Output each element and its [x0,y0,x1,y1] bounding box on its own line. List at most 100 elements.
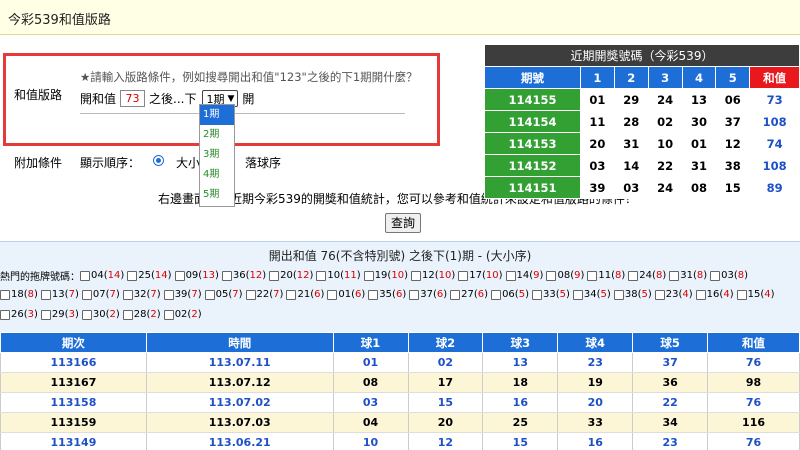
hot-number-checkbox[interactable] [127,270,138,281]
hot-number-chip[interactable]: 39(7) [163,289,202,300]
hot-number-checkbox[interactable] [122,309,133,320]
hot-number-chip[interactable]: 05(7) [204,289,243,300]
recent-ball: 39 [580,176,615,199]
hot-number-chip[interactable]: 20(12) [269,270,313,281]
hot-number-checkbox[interactable] [628,270,639,281]
hot-number-checkbox[interactable] [0,289,10,300]
hot-number-checkbox[interactable] [669,270,680,281]
recent-ball: 11 [580,110,615,133]
period-option[interactable]: 4期 [200,165,234,185]
hot-number-chip[interactable]: 34(5) [572,289,611,300]
query-hint: ★請輸入版路條件，例如搜尋開出和值"123"之後的下1期開什麼？ [80,70,418,84]
hot-number-checkbox[interactable] [40,289,51,300]
period-option[interactable]: 3期 [200,145,234,165]
period-option[interactable]: 2期 [200,125,234,145]
recent-period: 114154 [484,110,581,133]
hot-number-chip[interactable]: 18(8) [0,289,38,300]
paren: ) [402,289,407,300]
hot-number-checkbox[interactable] [695,289,706,300]
hot-number-checkbox[interactable] [80,270,90,281]
hot-number-chip[interactable]: 22(7) [245,289,283,300]
hot-number-count: 13 [202,270,215,281]
hot-number-checkbox[interactable] [81,289,92,300]
period-option[interactable]: 1期 [200,105,234,125]
hot-number-chip[interactable]: 23(4) [654,289,693,300]
hot-number-chip[interactable]: 06(5) [491,289,529,300]
hot-number-checkbox[interactable] [531,289,542,300]
hot-number-chip[interactable]: 04(14) [80,270,124,281]
hot-number-checkbox[interactable] [368,289,379,300]
hot-number-chip[interactable]: 08(9) [546,270,584,281]
hot-number-chip[interactable]: 02(2) [163,309,202,320]
hot-number-chip[interactable]: 14(9) [505,270,543,281]
hot-number-chip[interactable]: 15(4) [736,289,775,300]
hot-number-chip[interactable]: 12(10) [410,270,455,281]
hot-number-checkbox[interactable] [710,270,721,281]
history-ball: 04 [332,412,409,433]
hot-number-chip[interactable]: 28(2) [122,309,161,320]
hot-number-chip[interactable]: 30(2) [81,309,120,320]
hot-number-chip[interactable]: 17(10) [458,270,503,281]
hot-number-chip[interactable]: 29(3) [40,309,79,320]
hot-number-checkbox[interactable] [613,289,624,300]
history-ball: 12 [407,432,484,450]
hot-number-checkbox[interactable] [458,270,469,281]
hot-number-checkbox[interactable] [174,270,185,281]
hot-number-checkbox[interactable] [491,289,502,300]
hot-number-chip[interactable]: 36(12) [221,270,266,281]
recent-ball: 15 [715,176,751,199]
hot-number-chip[interactable]: 13(7) [40,289,79,300]
hot-number-checkbox[interactable] [204,289,215,300]
hot-number-checkbox[interactable] [40,309,51,320]
hot-number-chip[interactable]: 21(6) [286,289,324,300]
hot-number-chip[interactable]: 35(6) [368,289,406,300]
hot-number-chip[interactable]: 07(7) [81,289,120,300]
period-option[interactable]: 5期 [200,185,234,205]
hot-number-chip[interactable]: 26(3) [0,309,38,320]
hot-numbers-line: 26(3) 29(3) 30(2) 28(2) 02(2) [0,309,205,320]
query-button[interactable]: 查詢 [385,213,421,233]
hot-number-checkbox[interactable] [654,289,665,300]
history-ball: 15 [482,432,559,450]
hot-number-checkbox[interactable] [316,270,327,281]
query-suffix: 開 [242,92,255,106]
hot-number-chip[interactable]: 24(8) [628,270,666,281]
order-radio-big[interactable] [153,155,164,166]
hot-number-checkbox[interactable] [450,289,461,300]
hot-number-checkbox[interactable] [122,289,133,300]
hot-number-chip[interactable]: 11(8) [587,270,625,281]
hot-number-chip[interactable]: 33(5) [531,289,570,300]
hot-number-checkbox[interactable] [0,309,10,320]
hot-number-chip[interactable]: 31(8) [669,270,707,281]
order-draw-label[interactable]: 落球序 [245,154,281,171]
hot-number-chip[interactable]: 32(7) [122,289,161,300]
hot-number-checkbox[interactable] [410,270,421,281]
hot-number-chip[interactable]: 19(10) [363,270,408,281]
hot-number-checkbox[interactable] [587,270,598,281]
hot-number-checkbox[interactable] [163,309,174,320]
hot-number-chip[interactable]: 09(13) [174,270,219,281]
hot-number-checkbox[interactable] [286,289,297,300]
hot-number-chip[interactable]: 03(8) [710,270,748,281]
hot-number-chip[interactable]: 10(11) [316,270,361,281]
hot-number-chip[interactable]: 38(5) [613,289,652,300]
hot-number-chip[interactable]: 27(6) [450,289,488,300]
hot-number-chip[interactable]: 16(4) [695,289,734,300]
hot-number-checkbox[interactable] [327,289,338,300]
hot-number-checkbox[interactable] [245,289,256,300]
hot-number-checkbox[interactable] [163,289,174,300]
hot-number-checkbox[interactable] [546,270,557,281]
hot-number-checkbox[interactable] [221,270,232,281]
hot-number-chip[interactable]: 01(6) [327,289,365,300]
sum-value-input[interactable]: 73 [120,90,146,107]
hot-number-checkbox[interactable] [81,309,92,320]
hot-number-checkbox[interactable] [505,270,516,281]
hot-number-checkbox[interactable] [409,289,420,300]
hot-number-chip[interactable]: 25(14) [127,270,172,281]
hot-number-checkbox[interactable] [363,270,374,281]
hot-number-checkbox[interactable] [572,289,583,300]
history-ball: 36 [632,372,709,393]
hot-number-checkbox[interactable] [736,289,747,300]
hot-number-chip[interactable]: 37(6) [409,289,447,300]
hot-number-checkbox[interactable] [269,270,280,281]
